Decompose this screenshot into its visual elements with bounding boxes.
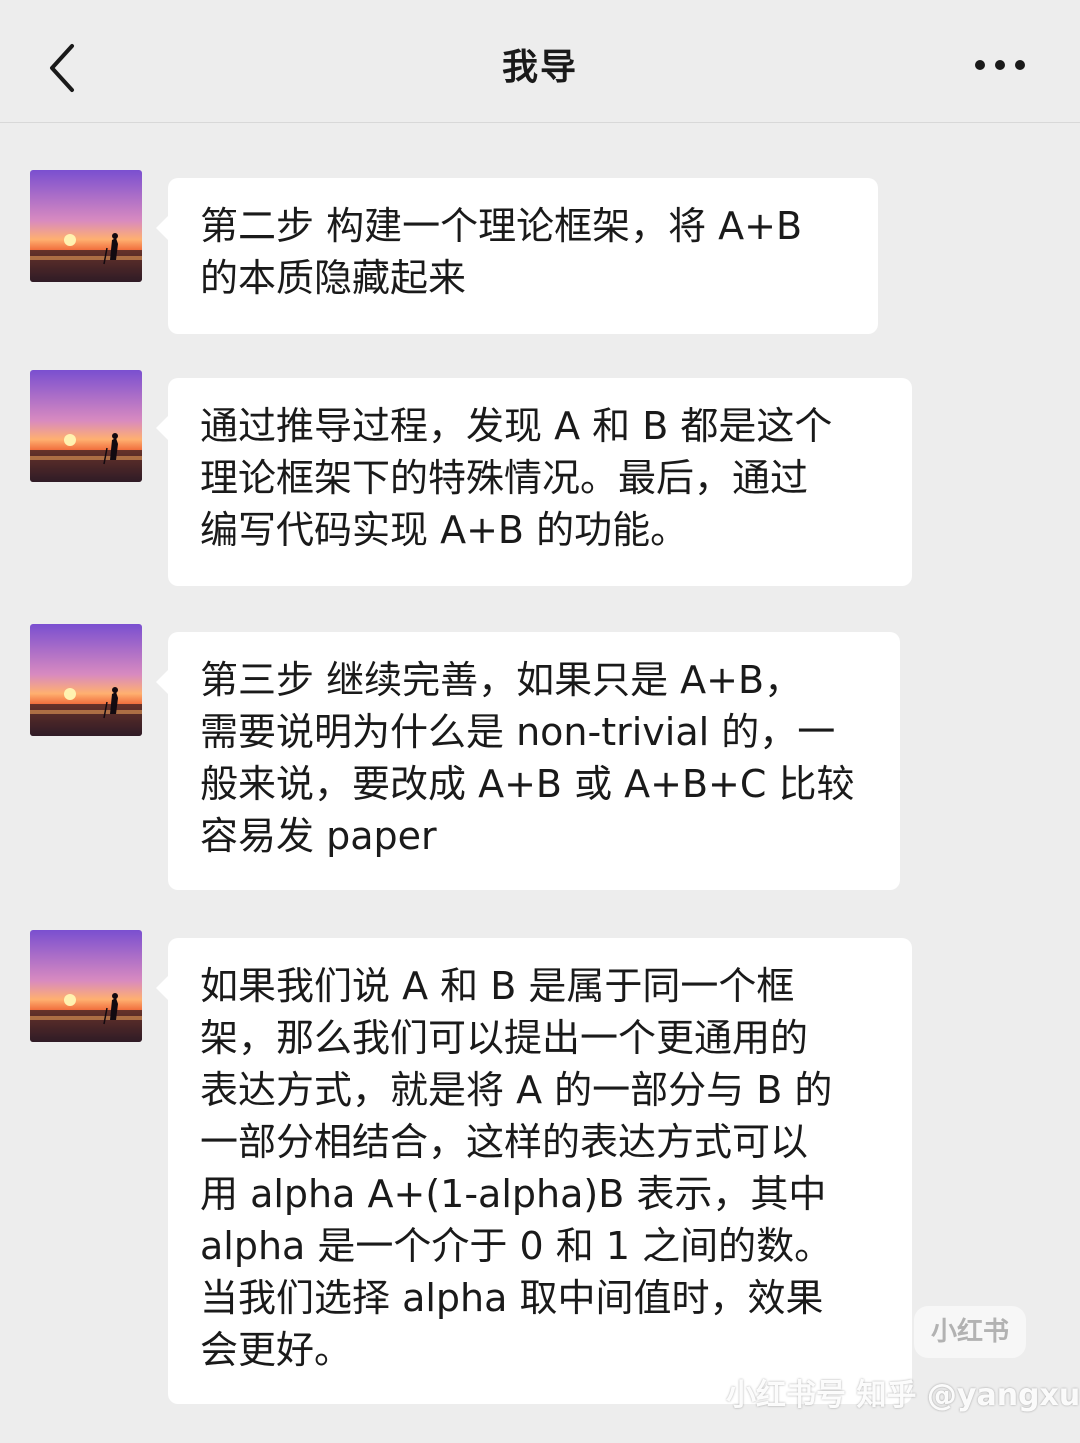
sunset-avatar-icon xyxy=(30,624,142,736)
page-title: 我导 xyxy=(501,47,578,88)
message-bubble[interactable]: 第三步 继续完善，如果只是 A+B， 需要说明为什么是 non-trivial … xyxy=(156,632,900,890)
avatar[interactable] xyxy=(30,370,142,482)
avatar[interactable] xyxy=(30,624,142,736)
more-options-button[interactable] xyxy=(972,50,1028,80)
avatar[interactable] xyxy=(30,170,142,282)
chat-header: 我导 xyxy=(0,0,1080,123)
chat-screen: 我导 第二步 构建一个理论框架，将 A+B 的本质隐藏起来 通过推导过程，发现 … xyxy=(0,0,1080,1443)
sunset-avatar-icon xyxy=(30,370,142,482)
message-bubble[interactable]: 通过推导过程，发现 A 和 B 都是这个 理论框架下的特殊情况。最后，通过 编写… xyxy=(156,378,912,586)
message-bubble[interactable]: 如果我们说 A 和 B 是属于同一个框 架，那么我们可以提出一个更通用的 表达方… xyxy=(156,938,912,1404)
watermark-credit: 小红书号 知乎 @yangxue xyxy=(726,1378,1080,1413)
ellipsis-icon xyxy=(975,60,1025,70)
watermark-logo: 小红书 xyxy=(914,1306,1026,1358)
message-bubble[interactable]: 第二步 构建一个理论框架，将 A+B 的本质隐藏起来 xyxy=(156,178,878,334)
sunset-avatar-icon xyxy=(30,170,142,282)
sunset-avatar-icon xyxy=(30,930,142,1042)
avatar[interactable] xyxy=(30,930,142,1042)
